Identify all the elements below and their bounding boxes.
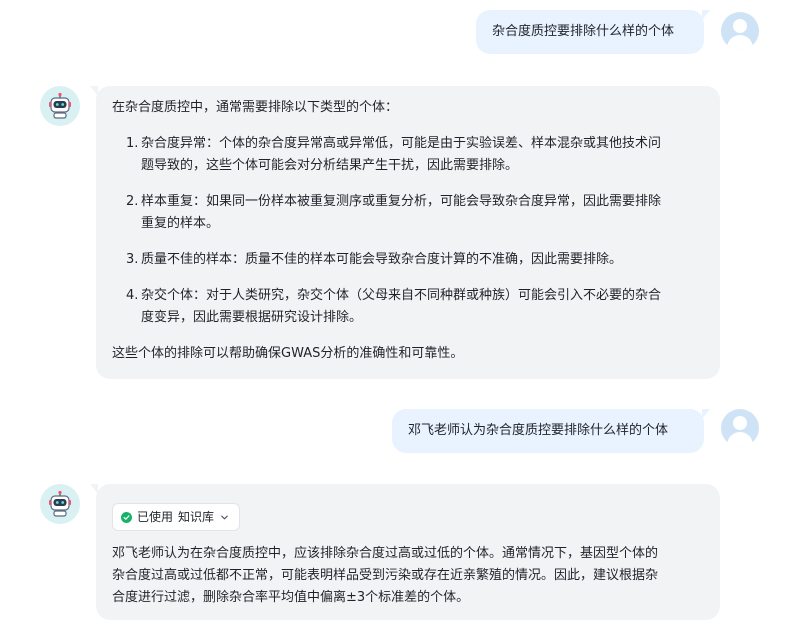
answer-line: 合度进行过滤，删除杂合率平均值中偏离±3个标准差的个体。 xyxy=(112,590,470,605)
answer-line: 邓飞老师认为在杂合度质控中，应该排除杂合度过高或过低的个体。通常情况下，基因型个… xyxy=(112,546,659,561)
robot-icon xyxy=(40,86,80,126)
list-item-text-line: 样本重复：如果同一份样本被重复测序或重复分析，可能会导致杂合度异常，因此需要排除 xyxy=(141,194,662,209)
answer-line: 杂合度过高或过低都不正常，可能表明样品受到污染或存在近亲繁殖的情况。因此，建议根… xyxy=(112,568,659,583)
reason-list: 1. 杂合度异常：个体的杂合度异常高或异常低，可能是由于实验误差、样本混杂或其他… xyxy=(112,133,704,329)
list-item-number: 2. xyxy=(126,194,139,209)
knowledge-base-name: 知识库 xyxy=(178,510,215,524)
user-message: 杂合度质控要排除什么样的个体 xyxy=(476,10,710,54)
list-item-text-line: 杂交个体：对于人类研究，杂交个体（父母来自不同种群或种族）可能会引入不必要的杂合 xyxy=(141,288,662,303)
user-message: 邓飞老师认为杂合度质控要排除什么样的个体 xyxy=(392,409,710,453)
knowledge-base-toggle[interactable]: 已使用 知识库 xyxy=(112,503,241,531)
list-item-number: 4. xyxy=(126,288,139,303)
list-item-text-line: 质量不佳的样本：质量不佳的样本可能会导致杂合度计算的不准确，因此需要排除。 xyxy=(141,252,623,267)
list-item-text-line: 题导致的，这些个体可能会对分析结果产生干扰，因此需要排除。 xyxy=(141,158,519,173)
list-item-text-line: 杂合度异常：个体的杂合度异常高或异常低，可能是由于实验误差、样本混杂或其他技术问 xyxy=(141,136,662,151)
assistant-outro: 这些个体的排除可以帮助确保GWAS分析的准确性和可靠性。 xyxy=(112,346,464,361)
assistant-intro: 在杂合度质控中，通常需要排除以下类型的个体： xyxy=(112,100,399,115)
user-message-text: 杂合度质控要排除什么样的个体 xyxy=(492,24,675,39)
user-avatar-icon xyxy=(721,409,759,447)
list-item: 3. 质量不佳的样本：质量不佳的样本可能会导致杂合度计算的不准确，因此需要排除。 xyxy=(112,249,704,271)
user-message-text: 邓飞老师认为杂合度质控要排除什么样的个体 xyxy=(408,423,669,438)
list-item-number: 1. xyxy=(126,136,139,151)
knowledge-base-status: 已使用 xyxy=(137,510,174,524)
robot-icon xyxy=(40,484,80,524)
check-circle-icon xyxy=(121,511,132,523)
assistant-answer: 邓飞老师认为在杂合度质控中，应该排除杂合度过高或过低的个体。通常情况下，基因型个… xyxy=(112,543,704,609)
list-item: 2. 样本重复：如果同一份样本被重复测序或重复分析，可能会导致杂合度异常，因此需… xyxy=(112,191,704,235)
user-avatar-icon xyxy=(721,12,759,50)
chevron-down-icon xyxy=(220,513,229,522)
assistant-message: 在杂合度质控中，通常需要排除以下类型的个体： 1. 杂合度异常：个体的杂合度异常… xyxy=(90,86,720,379)
list-item-number: 3. xyxy=(126,252,139,267)
list-item: 1. 杂合度异常：个体的杂合度异常高或异常低，可能是由于实验误差、样本混杂或其他… xyxy=(112,133,704,177)
list-item-text-line: 重复的样本。 xyxy=(141,216,220,231)
assistant-message: 已使用 知识库 邓飞老师认为在杂合度质控中，应该排除杂合度过高或过低的个体。通常… xyxy=(90,484,720,620)
chat-area: 杂合度质控要排除什么样的个体 在杂合度质控中，通常需要排除以下类型的个体： 1.… xyxy=(0,0,799,626)
list-item-text-line: 度变异，因此需要根据研究设计排除。 xyxy=(141,310,363,325)
list-item: 4. 杂交个体：对于人类研究，杂交个体（父母来自不同种群或种族）可能会引入不必要… xyxy=(112,285,704,329)
